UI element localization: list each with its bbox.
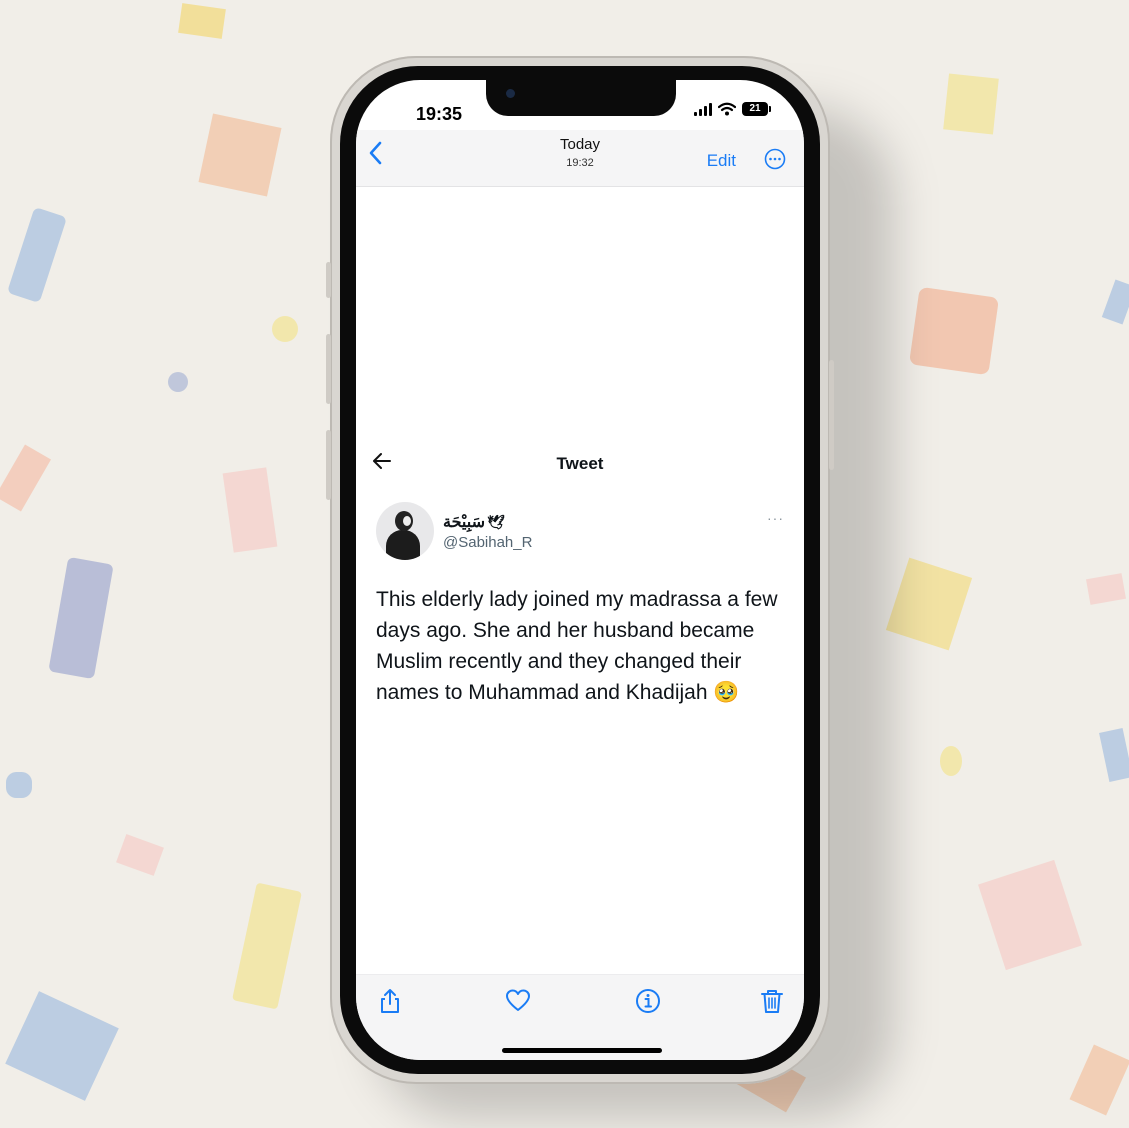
author-names: سَبِيْحَة 🕊 @Sabihah_R [443, 512, 532, 551]
confetti-shape [885, 557, 973, 651]
tweet-more-icon[interactable]: ··· [767, 510, 784, 526]
confetti-shape [178, 3, 226, 39]
camera-icon [506, 89, 515, 98]
confetti-shape [908, 286, 1000, 376]
nav-subtitle: 19:32 [566, 157, 594, 169]
confetti-shape [1086, 573, 1126, 605]
tweet-header: Tweet [356, 452, 804, 480]
confetti-shape [6, 772, 32, 798]
confetti-shape [168, 372, 188, 392]
more-circle-icon[interactable] [764, 148, 786, 170]
battery-icon: 21 [742, 102, 771, 116]
confetti-shape [48, 556, 114, 680]
signal-icon [694, 102, 712, 116]
confetti-shape [1069, 1044, 1129, 1116]
confetti-shape [116, 834, 164, 876]
info-icon[interactable] [634, 987, 662, 1015]
confetti-shape [6, 206, 68, 304]
display-name: سَبِيْحَة 🕊 [443, 512, 532, 532]
wifi-icon [718, 102, 736, 116]
share-icon[interactable] [376, 987, 404, 1015]
notch [486, 80, 676, 116]
nav-title: Today [559, 136, 601, 153]
confetti-shape [940, 746, 962, 776]
confetti-shape [1099, 728, 1129, 782]
tweet-text: This elderly lady joined my madrassa a f… [376, 588, 778, 704]
nav-bar: Today 19:32 Edit [356, 130, 804, 187]
confetti-shape [198, 113, 282, 197]
phone-side-button [326, 334, 331, 404]
confetti-shape [1101, 279, 1129, 325]
confetti-shape [0, 444, 51, 512]
dove-emoji: 🕊 [486, 513, 505, 530]
phone-side-button [326, 262, 331, 298]
user-handle: @Sabihah_R [443, 533, 533, 551]
confetti-shape [5, 991, 119, 1101]
phone-side-button [326, 430, 331, 500]
tweet-title: Tweet [556, 454, 604, 473]
home-indicator[interactable] [502, 1048, 662, 1053]
tweet-author[interactable]: سَبِيْحَة 🕊 @Sabihah_R [376, 502, 532, 560]
status-time: 19:35 [416, 104, 463, 124]
phone-side-button [829, 360, 834, 470]
confetti-shape [978, 859, 1082, 971]
trash-icon[interactable] [758, 987, 786, 1015]
phone-screen: 19:35 21 Today 19:32 Edit Tweet سَبِيْحَ… [356, 80, 804, 1060]
bottom-toolbar [356, 974, 804, 1060]
display-name-text: سَبِيْحَة [443, 513, 485, 531]
status-icons: 21 [694, 102, 771, 116]
heart-icon[interactable] [504, 987, 532, 1015]
avatar[interactable] [376, 502, 434, 560]
confetti-shape [232, 882, 302, 1010]
confetti-shape [272, 316, 298, 342]
confetti-shape [222, 467, 278, 553]
edit-button[interactable]: Edit [707, 151, 736, 171]
confetti-shape [943, 73, 999, 135]
nav-center: Today 19:32 [356, 136, 804, 169]
